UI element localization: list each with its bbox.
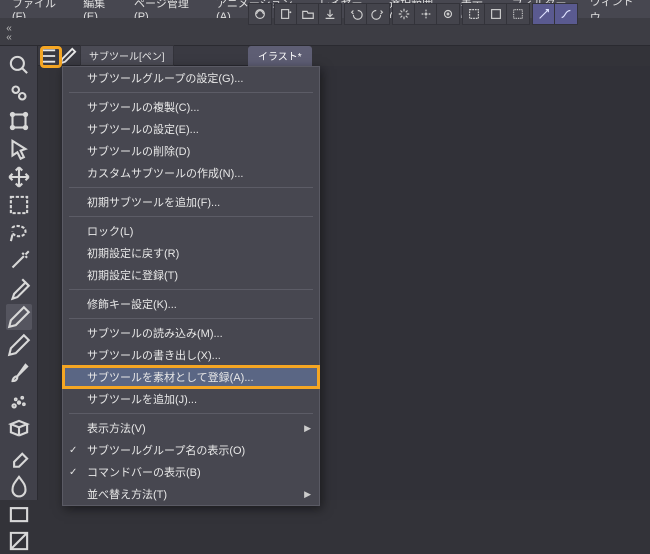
view3-icon[interactable] [507, 3, 529, 25]
snap-icon[interactable] [415, 3, 437, 25]
curve-icon[interactable] [555, 3, 577, 25]
subtool-edit-icon[interactable] [58, 47, 78, 65]
pen-tool-icon[interactable] [6, 304, 32, 330]
check-icon: ✓ [69, 445, 77, 456]
menu-item[interactable]: サブツールの削除(D) [63, 140, 319, 162]
menu-item[interactable]: 初期設定に戻す(R) [63, 242, 319, 264]
pencil-tool-icon[interactable] [6, 332, 32, 358]
menu-item-register-material[interactable]: サブツールを素材として登録(A)... [63, 366, 319, 388]
menu-item[interactable]: 修飾キー設定(K)... [63, 293, 319, 315]
menu-item[interactable]: ✓サブツールグループ名の表示(O) [63, 439, 319, 461]
operation-tool-icon[interactable] [6, 108, 32, 134]
subtool-menu-button[interactable] [38, 47, 58, 65]
gradient-tool-icon[interactable] [6, 528, 32, 554]
menu-item[interactable]: ✓コマンドバーの表示(B) [63, 461, 319, 483]
magnifier-tool-icon[interactable] [6, 52, 32, 78]
tool-palette [0, 46, 38, 500]
subtool-panel-header: サブツール[ペン] [38, 46, 248, 66]
view1-icon[interactable] [463, 3, 485, 25]
arrow-tool-icon[interactable] [6, 136, 32, 162]
subtool-context-menu: サブツールグループの設定(G)... サブツールの複製(C)... サブツールの… [62, 66, 320, 506]
menu-separator [69, 216, 313, 217]
undo-icon[interactable] [345, 3, 367, 25]
menu-separator [69, 187, 313, 188]
burst-icon[interactable] [393, 3, 415, 25]
check-icon: ✓ [69, 467, 77, 478]
wand-tool-icon[interactable] [6, 248, 32, 274]
eraser-tool-icon[interactable] [6, 444, 32, 470]
move-tool-icon[interactable] [6, 164, 32, 190]
new-file-icon[interactable] [275, 3, 297, 25]
menu-separator [69, 289, 313, 290]
submenu-arrow-icon: ▶ [304, 423, 311, 434]
menu-item[interactable]: 初期サブツールを追加(F)... [63, 191, 319, 213]
fill-tool-icon[interactable] [6, 500, 32, 526]
document-tabs: イラスト* [248, 46, 312, 66]
submenu-arrow-icon: ▶ [304, 489, 311, 500]
menu-item[interactable]: カスタムサブツールの作成(N)... [63, 162, 319, 184]
menu-separator [69, 92, 313, 93]
target-icon[interactable] [437, 3, 459, 25]
redo-icon[interactable] [367, 3, 389, 25]
view2-icon[interactable] [485, 3, 507, 25]
menu-item[interactable]: 初期設定に登録(T) [63, 264, 319, 286]
clip-icon[interactable] [249, 3, 271, 25]
subtool-panel-tab[interactable]: サブツール[ペン] [80, 45, 174, 66]
menu-item[interactable]: サブツールの書き出し(X)... [63, 344, 319, 366]
collapse-chevrons-icon[interactable]: «« [0, 22, 18, 42]
rect-select-tool-icon[interactable] [6, 192, 32, 218]
save-icon[interactable] [319, 3, 341, 25]
lasso-tool-icon[interactable] [6, 220, 32, 246]
pattern-tool-icon[interactable] [6, 416, 32, 442]
vector-icon[interactable] [533, 3, 555, 25]
menu-item[interactable]: サブツールを追加(J)... [63, 388, 319, 410]
menu-item[interactable]: 表示方法(V)▶ [63, 417, 319, 439]
airbrush-tool-icon[interactable] [6, 388, 32, 414]
menu-item[interactable]: ロック(L) [63, 220, 319, 242]
menu-item[interactable]: サブツールグループの設定(G)... [63, 67, 319, 89]
menu-item[interactable]: サブツールの読み込み(M)... [63, 322, 319, 344]
menu-separator [69, 413, 313, 414]
brush-tool-icon[interactable] [6, 360, 32, 386]
move-view-tool-icon[interactable] [6, 80, 32, 106]
menu-item[interactable]: 並べ替え方法(T)▶ [63, 483, 319, 505]
blend-tool-icon[interactable] [6, 472, 32, 498]
document-tab[interactable]: イラスト* [248, 46, 312, 66]
menu-item[interactable]: サブツールの複製(C)... [63, 96, 319, 118]
command-bar [248, 0, 580, 28]
menu-separator [69, 318, 313, 319]
eyedropper-tool-icon[interactable] [6, 276, 32, 302]
open-file-icon[interactable] [297, 3, 319, 25]
menu-item[interactable]: サブツールの設定(E)... [63, 118, 319, 140]
